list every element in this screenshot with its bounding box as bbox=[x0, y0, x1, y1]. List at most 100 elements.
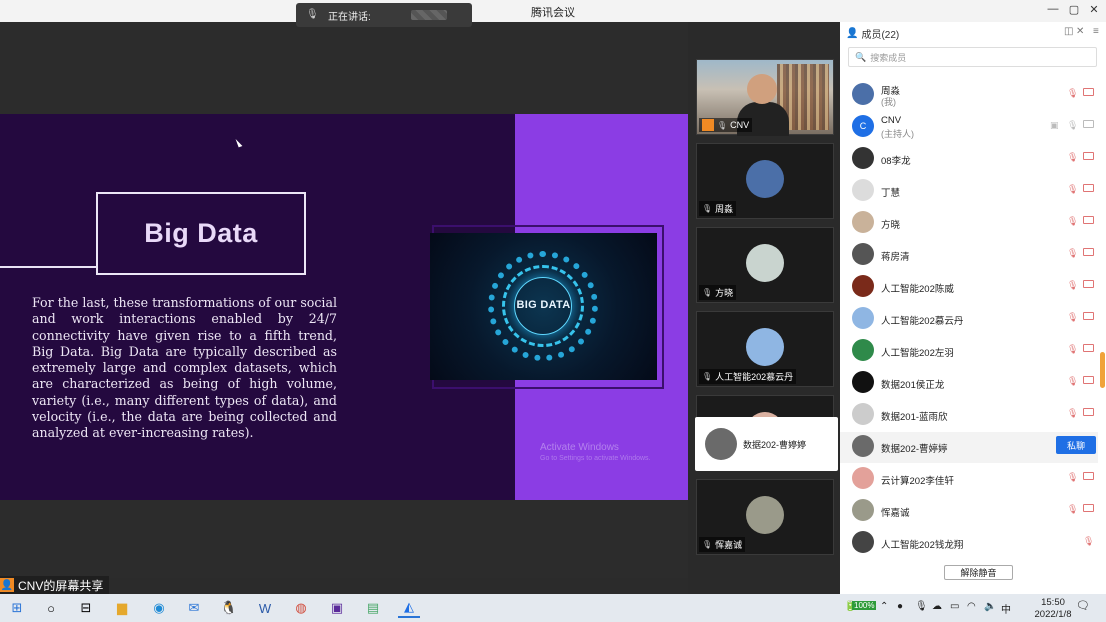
video-tile[interactable]: 🎙 方晓 bbox=[696, 227, 834, 303]
camera-off-icon[interactable] bbox=[1083, 280, 1094, 288]
camera-icon[interactable] bbox=[1083, 120, 1094, 128]
ime-indicator[interactable]: 中 bbox=[1001, 601, 1011, 616]
ide-icon[interactable]: ▣ bbox=[326, 598, 348, 618]
video-tile[interactable]: 🎙 恽嘉诚 bbox=[696, 479, 834, 555]
mic-muted-icon[interactable]: 🎙 bbox=[1067, 344, 1078, 355]
tencent-meeting-icon[interactable]: ◭ bbox=[398, 598, 420, 618]
participant-hover-card[interactable]: 数据202-曹婷婷 bbox=[695, 417, 838, 471]
tile-name: 周淼 bbox=[715, 204, 734, 214]
avatar bbox=[746, 160, 784, 198]
mic-muted-icon[interactable]: 🎙 bbox=[1067, 312, 1078, 323]
user-icon: 👤 bbox=[0, 578, 14, 592]
tray-chevron-icon[interactable]: ⌃ bbox=[880, 601, 888, 612]
private-chat-button[interactable]: 私聊 bbox=[1056, 436, 1096, 454]
camera-off-icon[interactable] bbox=[1083, 504, 1094, 512]
app2-icon[interactable]: ▤ bbox=[362, 598, 384, 618]
member-row[interactable]: 云计算202李佳轩 🎙 bbox=[840, 464, 1098, 495]
camera-off-icon[interactable] bbox=[1083, 376, 1094, 384]
menu-icon[interactable]: ≡ bbox=[1093, 26, 1099, 37]
member-row[interactable]: 恽嘉诚 🎙 bbox=[840, 496, 1098, 527]
mic-muted-icon[interactable]: 🎙 bbox=[1067, 248, 1078, 259]
camera-off-icon[interactable] bbox=[1083, 344, 1094, 352]
popout-icon[interactable]: ◫ bbox=[1064, 26, 1073, 37]
word-icon[interactable]: W bbox=[254, 598, 276, 618]
camera-off-icon[interactable] bbox=[1083, 88, 1094, 96]
video-tile[interactable]: 🎙 周淼 bbox=[696, 143, 834, 219]
mic-muted-icon[interactable]: 🎙 bbox=[1083, 536, 1094, 547]
members-scrollbar[interactable] bbox=[1100, 352, 1105, 388]
notification-icon[interactable]: 🗨 bbox=[1076, 599, 1090, 613]
member-row[interactable]: 方晓 🎙 bbox=[840, 208, 1098, 239]
member-row[interactable]: 丁慧 🎙 bbox=[840, 176, 1098, 207]
mic-muted-icon[interactable]: 🎙 bbox=[1067, 408, 1078, 419]
camera-off-icon[interactable] bbox=[1083, 312, 1094, 320]
qq-tray-icon[interactable]: ● bbox=[897, 601, 903, 612]
slide-title: Big Data bbox=[96, 192, 306, 275]
qq-icon[interactable]: 🐧 bbox=[218, 598, 240, 618]
close-panel-icon[interactable]: ✕ bbox=[1076, 26, 1084, 37]
camera-off-icon[interactable] bbox=[1083, 184, 1094, 192]
member-row[interactable]: 08李龙 🎙 bbox=[840, 144, 1098, 175]
windows-start-icon[interactable]: ⊞ bbox=[6, 598, 28, 618]
people-icon: 👤 bbox=[846, 27, 859, 39]
mic-muted-icon[interactable]: 🎙 bbox=[1067, 376, 1078, 387]
title-bar: 腾讯会议 — ▢ ✕ bbox=[0, 0, 1106, 22]
wifi-icon[interactable]: ◠ bbox=[967, 601, 976, 612]
member-row[interactable]: 周淼 (我) 🎙 bbox=[840, 80, 1098, 111]
member-row[interactable]: 人工智能202陈威 🎙 bbox=[840, 272, 1098, 303]
member-search-input[interactable]: 🔍 搜索成员 bbox=[848, 47, 1097, 67]
tile-name: 恽嘉诚 bbox=[715, 540, 743, 550]
battery-tray-icon[interactable]: ▭ bbox=[950, 601, 959, 612]
close-icon[interactable]: ✕ bbox=[1084, 3, 1104, 16]
mic-muted-icon[interactable]: 🎙 bbox=[1067, 472, 1078, 483]
mic-muted-icon[interactable]: 🎙 bbox=[1067, 184, 1078, 195]
file-explorer-icon[interactable]: ▆ bbox=[111, 598, 133, 618]
clock[interactable]: 15:50 2022/1/8 bbox=[1030, 597, 1076, 621]
mic-muted-icon[interactable]: 🎙 bbox=[1067, 504, 1078, 515]
app-icon[interactable]: ◍ bbox=[290, 598, 312, 618]
avatar bbox=[852, 275, 874, 297]
mic-tray-icon[interactable]: 🎙 bbox=[915, 601, 928, 612]
avatar bbox=[852, 435, 874, 457]
member-row[interactable]: 人工智能202慕云丹 🎙 bbox=[840, 304, 1098, 335]
member-name: 恽嘉诚 bbox=[881, 508, 910, 519]
member-row[interactable]: 数据201-蓝雨欣 🎙 bbox=[840, 400, 1098, 431]
volume-icon[interactable]: 🔈 bbox=[984, 601, 996, 612]
mic-muted-icon[interactable]: 🎙 bbox=[1067, 152, 1078, 163]
unmute-all-button[interactable]: 解除静音 bbox=[944, 565, 1013, 580]
member-row[interactable]: 蒋房清 🎙 bbox=[840, 240, 1098, 271]
member-row[interactable]: 人工智能202左羽 🎙 bbox=[840, 336, 1098, 367]
restore-icon[interactable]: ▢ bbox=[1064, 3, 1084, 16]
speaking-label: 正在讲话: bbox=[328, 11, 371, 23]
member-row[interactable]: 人工智能202钱龙翔 🎙 bbox=[840, 528, 1098, 559]
member-role: (我) bbox=[881, 97, 896, 107]
task-view-icon[interactable]: ⊟ bbox=[75, 598, 97, 618]
minimize-icon[interactable]: — bbox=[1043, 3, 1063, 15]
camera-off-icon[interactable] bbox=[1083, 152, 1094, 160]
member-row[interactable]: 数据201侯正龙 🎙 bbox=[840, 368, 1098, 399]
edge-browser-icon[interactable]: ◉ bbox=[148, 598, 170, 618]
camera-off-icon[interactable] bbox=[1083, 408, 1094, 416]
mic-muted-icon[interactable]: 🎙 bbox=[1067, 216, 1078, 227]
mail-icon[interactable]: ✉ bbox=[183, 598, 205, 618]
mic-icon[interactable]: 🎙 bbox=[1067, 120, 1078, 131]
mic-muted-icon[interactable]: 🎙 bbox=[1067, 88, 1078, 99]
member-name: 数据201-蓝雨欣 bbox=[881, 412, 948, 423]
avatar bbox=[852, 403, 874, 425]
camera-off-icon[interactable] bbox=[1083, 248, 1094, 256]
video-tile[interactable]: 🎙 人工智能202慕云丹 bbox=[696, 311, 834, 387]
activate-windows-title: Activate Windows bbox=[540, 442, 619, 453]
camera-off-icon[interactable] bbox=[1083, 216, 1094, 224]
member-name: 方晓 bbox=[881, 220, 901, 231]
search-icon[interactable]: ○ bbox=[40, 598, 62, 618]
mic-muted-icon[interactable]: 🎙 bbox=[1067, 280, 1078, 291]
camera-off-icon[interactable] bbox=[1083, 472, 1094, 480]
image-caption: BIG DATA bbox=[516, 299, 571, 311]
member-row[interactable]: C CNV (主持人) ▣ 🎙 bbox=[840, 112, 1098, 143]
avatar bbox=[746, 328, 784, 366]
member-name: 08李龙 bbox=[881, 156, 911, 167]
video-tile[interactable]: 🎙 CNV bbox=[696, 59, 834, 136]
member-row[interactable]: 数据202-曹婷婷 私聊 bbox=[840, 432, 1098, 463]
member-role: (主持人) bbox=[881, 129, 914, 139]
cloud-icon[interactable]: ☁ bbox=[932, 601, 942, 612]
